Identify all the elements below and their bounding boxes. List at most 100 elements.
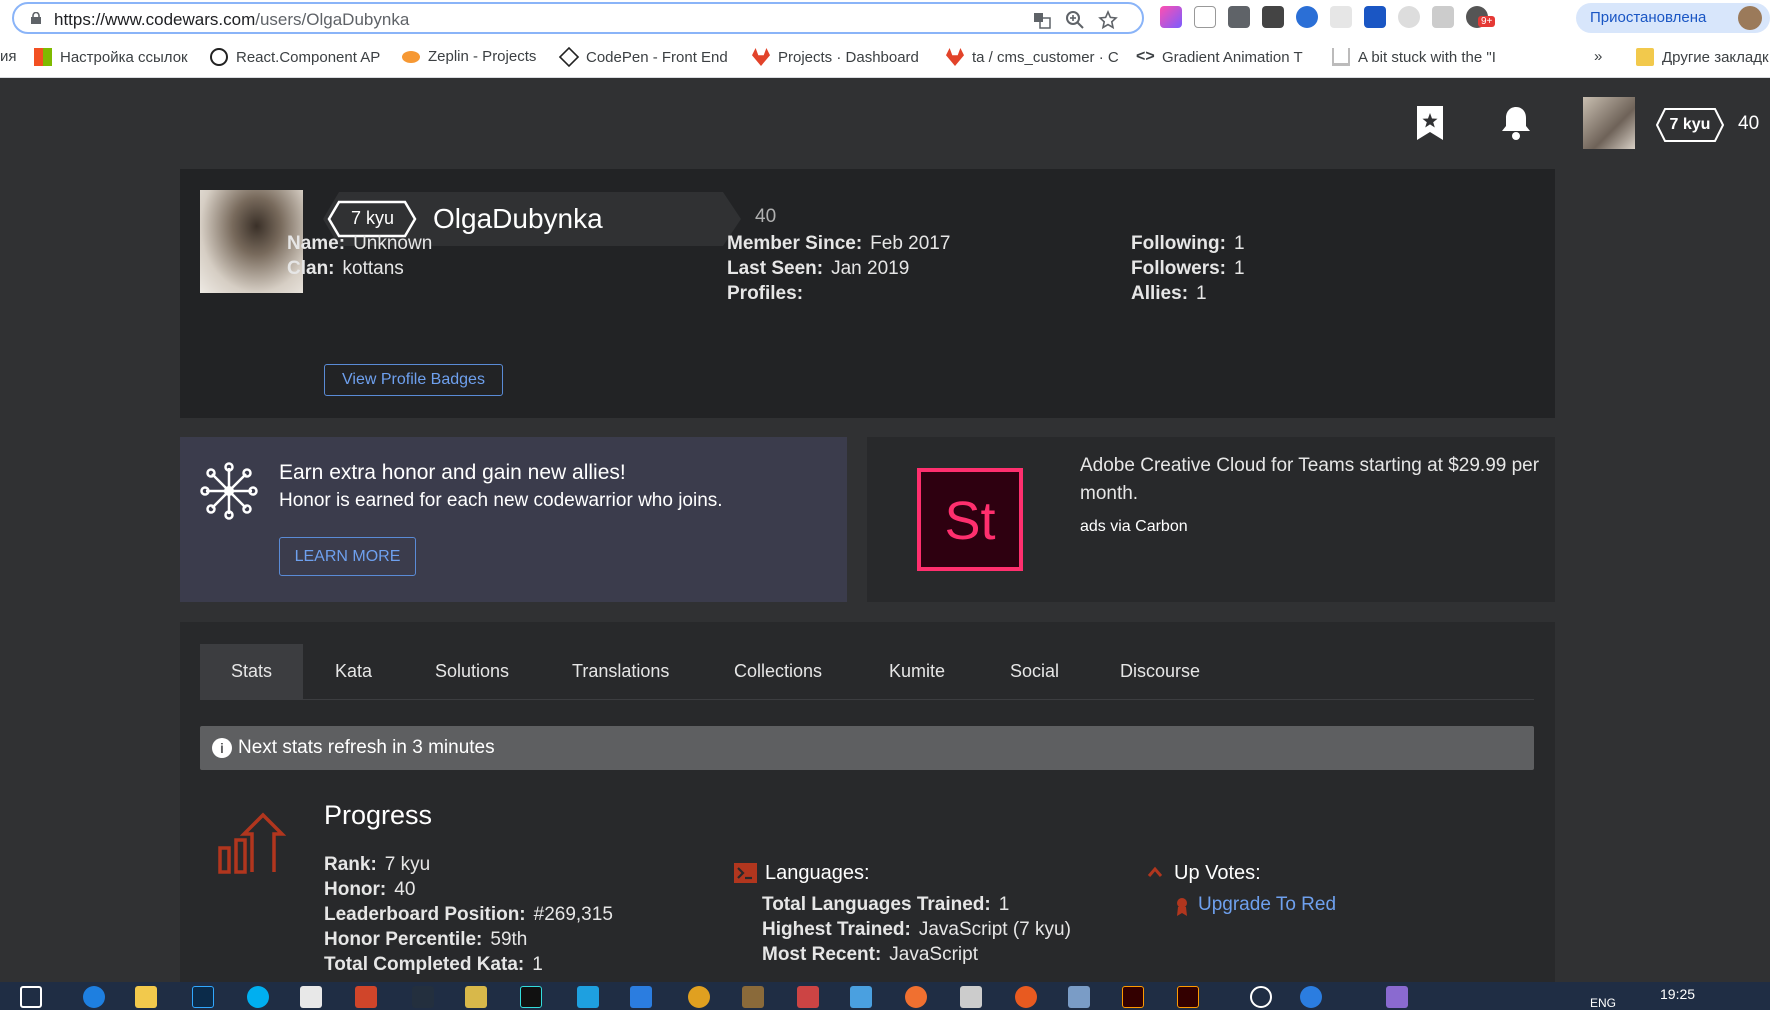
microsoft-icon (34, 48, 52, 66)
upgrade-to-red-link[interactable]: Upgrade To Red (1198, 894, 1336, 916)
progress-title: Progress (324, 800, 433, 830)
progress-completed-kata: Total Completed Kata: 1 (324, 954, 543, 975)
notice-text: Next stats refresh in 3 minutes (238, 737, 495, 758)
info-profiles: Profiles: (727, 283, 804, 304)
bookmark-item[interactable]: Projects · Dashboard (752, 48, 919, 66)
progress-rank: Rank: 7 kyu (324, 854, 431, 875)
codepen-icon (558, 46, 580, 68)
stats-refresh-notice: i Next stats refresh in 3 minutes (200, 726, 1534, 770)
language-indicator[interactable]: ENG (1590, 996, 1616, 1010)
help-icon[interactable] (1300, 986, 1322, 1008)
tab-translations[interactable]: Translations (572, 644, 669, 699)
js-extension-icon[interactable] (1194, 6, 1216, 28)
url-text: https://www.codewars.com/users/OlgaDubyn… (54, 10, 409, 30)
windows-taskbar: ENG 19:25 (0, 982, 1770, 1010)
tab-social[interactable]: Social (1010, 644, 1059, 699)
stackoverflow-icon (1332, 48, 1350, 66)
profile-honor: 40 (755, 206, 777, 227)
tab-kumite[interactable]: Kumite (889, 644, 945, 699)
more-bookmarks-button[interactable]: » (1594, 48, 1602, 65)
color-picker-extension-icon[interactable] (1160, 6, 1182, 28)
bookmark-icon[interactable] (1413, 104, 1447, 142)
promo-subtitle: Honor is earned for each new codewarrior… (279, 490, 723, 511)
people-icon[interactable] (1250, 986, 1272, 1008)
skype-icon[interactable] (247, 986, 269, 1008)
store-icon[interactable] (300, 986, 322, 1008)
photoshop-icon[interactable] (192, 986, 214, 1008)
tab-discourse[interactable]: Discourse (1120, 644, 1200, 699)
pocket-extension-icon[interactable] (1262, 6, 1284, 28)
profile-tabs: Stats Kata Solutions Translations Collec… (200, 644, 1534, 700)
other-bookmarks-folder[interactable]: Другие закладк (1636, 48, 1769, 66)
bookmark-item[interactable]: React.Component AP (210, 48, 380, 66)
app-icon[interactable] (355, 986, 377, 1008)
bookmark-item[interactable]: Zeplin - Projects (402, 48, 536, 65)
chrome-icon[interactable] (688, 986, 710, 1008)
webstorm-icon[interactable] (520, 986, 542, 1008)
tab-stats[interactable]: Stats (200, 644, 304, 699)
upvotes-title: Up Votes: (1174, 862, 1261, 884)
firefox-icon[interactable] (1015, 986, 1037, 1008)
vscode-icon[interactable] (630, 986, 652, 1008)
rank-badge-text: 7 kyu (351, 208, 395, 228)
edge-icon[interactable] (83, 986, 105, 1008)
bookmark-item[interactable]: <> Gradient Animation T (1136, 48, 1303, 66)
star-icon[interactable] (1098, 10, 1118, 30)
amazon-icon[interactable] (412, 986, 434, 1008)
id-extension-icon[interactable] (1364, 6, 1386, 28)
info-allies[interactable]: Allies: 1 (1131, 283, 1207, 305)
task-view-icon[interactable] (20, 986, 42, 1008)
languages-total: Total Languages Trained: 1 (762, 894, 1010, 915)
ext-gray-icon[interactable] (1330, 6, 1352, 28)
virtualbox-icon[interactable] (1068, 986, 1090, 1008)
gitlab-icon (946, 48, 964, 66)
app-icon[interactable] (1386, 986, 1408, 1008)
app-icon[interactable] (850, 986, 872, 1008)
address-bar[interactable]: https://www.codewars.com/users/OlgaDubyn… (12, 2, 1144, 34)
clock[interactable]: 19:25 (1660, 986, 1695, 1002)
tab-collections[interactable]: Collections (734, 644, 822, 699)
profile-card: 7 kyu OlgaDubynka 40 Name: Unknown Clan: k… (180, 169, 1555, 418)
illustrator-icon[interactable] (1122, 986, 1144, 1008)
bookmark-item[interactable]: ta / cms_customer · C (946, 48, 1119, 66)
username: OlgaDubynka (433, 203, 603, 234)
folder-icon (1636, 48, 1654, 66)
zoom-icon[interactable] (1065, 10, 1085, 30)
adobe-stock-logo[interactable]: St (917, 468, 1023, 571)
illustrator-icon[interactable] (1177, 986, 1199, 1008)
file-explorer-icon[interactable] (135, 986, 157, 1008)
bookmark-item[interactable]: Настройка ссылок (34, 48, 188, 66)
ext-chat-icon[interactable] (1432, 6, 1454, 28)
carbon-ad[interactable]: St Adobe Creative Cloud for Teams starti… (867, 437, 1555, 602)
app-icon[interactable] (797, 986, 819, 1008)
ads-via-carbon-link[interactable]: ads via Carbon (1080, 518, 1188, 536)
translate-icon[interactable] (1032, 10, 1052, 30)
bookmark-item[interactable]: A bit stuck with the "I (1332, 48, 1496, 66)
chevron-up-icon (1147, 866, 1163, 877)
app-icon[interactable] (960, 986, 982, 1008)
bookmark-item[interactable]: ия (0, 48, 17, 65)
referral-promo: Earn extra honor and gain new allies! Ho… (180, 437, 847, 602)
notifications-extension-icon[interactable]: 9+ (1466, 6, 1496, 28)
info-following[interactable]: Following: 1 (1131, 233, 1245, 255)
view-profile-badges-button[interactable]: View Profile Badges (324, 364, 503, 396)
info-followers[interactable]: Followers: 1 (1131, 258, 1245, 280)
user-avatar[interactable] (1583, 97, 1635, 149)
learn-more-button[interactable]: LEARN MORE (279, 537, 416, 576)
ext-circle-icon[interactable] (1398, 6, 1420, 28)
info-icon: i (212, 738, 232, 758)
bell-icon[interactable] (1499, 104, 1533, 142)
profile-button[interactable]: Приостановлена (1576, 3, 1770, 33)
ribbon-icon (1177, 898, 1187, 916)
tab-kata[interactable]: Kata (335, 644, 372, 699)
ad-text[interactable]: Adobe Creative Cloud for Teams starting … (1080, 452, 1540, 508)
postman-icon[interactable] (905, 986, 927, 1008)
bookmark-item[interactable]: CodePen - Front End (558, 46, 728, 68)
sublime-icon[interactable] (742, 986, 764, 1008)
ext-blue-icon[interactable] (1296, 6, 1318, 28)
tab-solutions[interactable]: Solutions (435, 644, 509, 699)
app-icon[interactable] (465, 986, 487, 1008)
ext-badge: 9+ (1478, 16, 1496, 27)
gamepad-extension-icon[interactable] (1228, 6, 1250, 28)
app-icon[interactable] (577, 986, 599, 1008)
